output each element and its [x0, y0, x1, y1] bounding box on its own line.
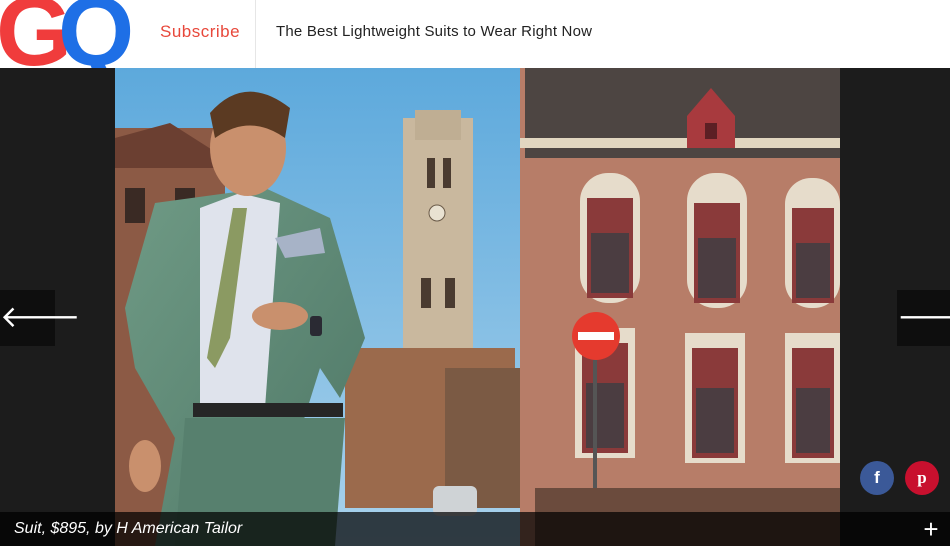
gq-logo[interactable]: G Q [0, 0, 134, 68]
expand-caption-icon[interactable]: + [918, 514, 944, 544]
facebook-share-icon[interactable]: f [860, 461, 894, 495]
arrow-left-icon[interactable]: 🡐 [0, 290, 80, 346]
page-title: The Best Lightweight Suits to Wear Right… [276, 23, 593, 40]
pinterest-share-icon[interactable]: p [905, 461, 939, 495]
site-header: G Q Subscribe The Best Lightweight Suits… [0, 0, 950, 68]
logo-letter-q: Q [58, 0, 134, 68]
slideshow: 🡐 🡒 f p Suit, $895, by H American Tailor… [0, 68, 950, 546]
header-divider [255, 0, 256, 68]
logo-letter-g: G [0, 0, 72, 68]
slide-photo-illustration [115, 68, 840, 546]
arrow-right-icon[interactable]: 🡒 [897, 290, 950, 346]
caption-bar: Suit, $895, by H American Tailor + [0, 512, 950, 546]
slide-caption: Suit, $895, by H American Tailor [14, 520, 243, 537]
slide-photo [115, 68, 840, 546]
subscribe-link[interactable]: Subscribe [160, 22, 240, 42]
